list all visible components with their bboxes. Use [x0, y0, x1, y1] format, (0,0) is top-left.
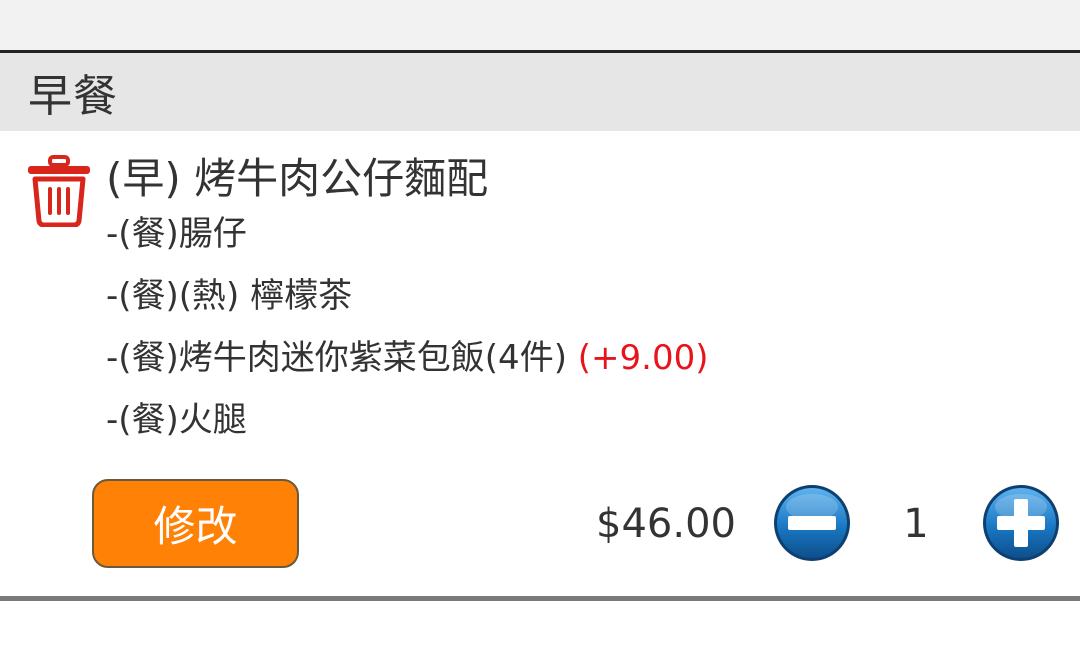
plus-circle-icon	[983, 485, 1059, 561]
option-text: -(餐)火腿	[106, 400, 247, 440]
item-option: -(餐)烤牛肉迷你紫菜包飯(4件) (+9.00)	[106, 335, 709, 397]
trash-icon	[28, 155, 90, 228]
delete-item-button[interactable]	[26, 155, 92, 228]
bottom-divider	[0, 596, 1080, 601]
increase-quantity-button[interactable]	[981, 483, 1061, 563]
quantity-value: 1	[903, 501, 929, 547]
item-option: -(餐)火腿	[106, 397, 709, 459]
cart-item: (早) 烤牛肉公仔麵配 -(餐)腸仔 -(餐)(熱) 檸檬茶 -(餐)烤牛肉迷你…	[0, 131, 1080, 596]
category-title: 早餐	[28, 71, 118, 122]
item-options-list: -(餐)腸仔 -(餐)(熱) 檸檬茶 -(餐)烤牛肉迷你紫菜包飯(4件) (+9…	[106, 211, 709, 459]
minus-circle-icon	[774, 485, 850, 561]
top-band	[0, 0, 1080, 50]
category-header: 早餐	[0, 53, 1080, 131]
option-text: -(餐)(熱) 檸檬茶	[106, 276, 353, 316]
edit-button[interactable]: 修改	[92, 479, 299, 568]
item-option: -(餐)(熱) 檸檬茶	[106, 273, 709, 335]
option-text: -(餐)烤牛肉迷你紫菜包飯(4件)	[106, 338, 578, 378]
decrease-quantity-button[interactable]	[772, 483, 852, 563]
option-surcharge: (+9.00)	[577, 338, 709, 378]
item-option: -(餐)腸仔	[106, 211, 709, 273]
item-price: $46.00	[596, 501, 736, 547]
option-text: -(餐)腸仔	[106, 214, 247, 254]
item-name: (早) 烤牛肉公仔麵配	[106, 154, 489, 203]
